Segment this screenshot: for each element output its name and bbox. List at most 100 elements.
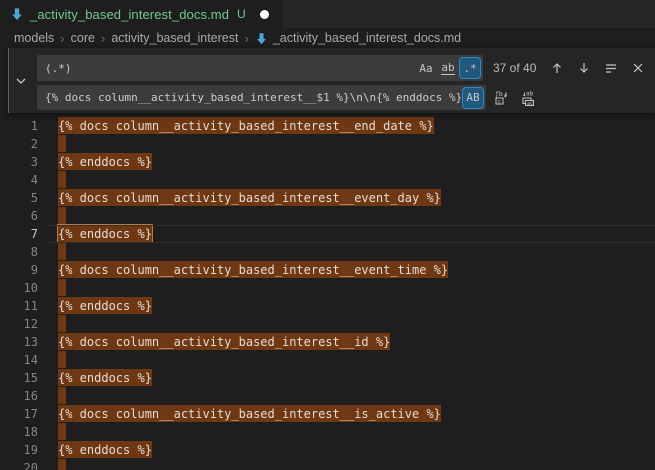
code-line[interactable]: 14 [0,351,655,369]
tab-filename: _activity_based_interest_docs.md [30,7,229,22]
empty-match-highlight [58,171,66,188]
empty-match-highlight [58,243,66,260]
line-content [58,351,655,369]
replace-row: AB ƒb c ab ac [37,85,649,110]
code-text: {% enddocs %} [58,369,152,386]
empty-match-highlight [58,459,66,470]
previous-match-button[interactable] [546,57,568,79]
line-number: 18 [0,423,58,441]
breadcrumb-item-activity-based-interest[interactable]: activity_based_interest [111,31,238,45]
line-content: {% docs column__activity_based_interest_… [58,261,655,279]
markdown-file-icon [10,7,24,21]
svg-text:ƒb: ƒb [495,90,503,98]
find-input-box: Aa ab .* [37,55,483,81]
line-content: {% docs column__activity_based_interest_… [58,189,655,207]
match-count: 37 of 40 [493,61,536,75]
replace-all-icon[interactable]: ab ac [518,87,540,109]
code-line[interactable]: 2 [0,135,655,153]
code-line[interactable]: 3{% enddocs %} [0,153,655,171]
code-line[interactable]: 11{% enddocs %} [0,297,655,315]
code-text: {% docs column__activity_based_interest_… [58,405,441,422]
line-number: 17 [0,405,58,423]
code-line[interactable]: 8 [0,243,655,261]
code-line[interactable]: 19{% enddocs %} [0,441,655,459]
line-content: {% enddocs %} [58,297,655,315]
empty-match-highlight [58,423,66,440]
breadcrumb-item-core[interactable]: core [71,31,95,45]
line-number: 16 [0,387,58,405]
next-match-button[interactable] [573,57,595,79]
empty-match-highlight [58,315,66,332]
empty-match-highlight [58,351,66,368]
match-case-button[interactable]: Aa [416,58,436,78]
line-number: 12 [0,315,58,333]
line-content [58,423,655,441]
line-number: 8 [0,243,58,261]
code-text: {% enddocs %} [58,225,152,242]
line-content: {% enddocs %} [58,153,655,171]
find-in-selection-icon[interactable] [600,57,622,79]
line-content [58,135,655,153]
line-content [58,279,655,297]
line-number: 13 [0,333,58,351]
code-line[interactable]: 12 [0,315,655,333]
line-number: 5 [0,189,58,207]
code-text: {% docs column__activity_based_interest_… [58,261,448,278]
line-content [58,459,655,470]
code-line[interactable]: 10 [0,279,655,297]
replace-icon[interactable]: ƒb c [491,87,513,109]
empty-match-highlight [58,135,66,152]
find-input[interactable] [37,55,414,81]
tab-activity-based-interest-docs[interactable]: _activity_based_interest_docs.md U [0,0,282,28]
git-status-badge: U [237,7,246,21]
svg-text:ab: ab [526,90,534,97]
code-line[interactable]: 4 [0,171,655,189]
code-line[interactable]: 5{% docs column__activity_based_interest… [0,189,655,207]
code-line[interactable]: 9{% docs column__activity_based_interest… [0,261,655,279]
code-line[interactable]: 13{% docs column__activity_based_interes… [0,333,655,351]
line-content [58,207,655,225]
line-content: {% docs column__activity_based_interest_… [58,117,655,135]
line-content [58,315,655,333]
svg-text:ac: ac [527,101,533,106]
preserve-case-button[interactable]: AB [463,88,483,108]
unsaved-changes-dot[interactable] [260,10,269,19]
code-line[interactable]: 17{% docs column__activity_based_interes… [0,405,655,423]
breadcrumb: models › core › activity_based_interest … [0,28,655,48]
line-content: {% enddocs %} [58,441,655,459]
code-line[interactable]: 20 [0,459,655,470]
line-content: {% docs column__activity_based_interest_… [58,333,655,351]
code-text: {% docs column__activity_based_interest_… [58,117,434,134]
code-text: {% enddocs %} [58,153,152,170]
empty-match-highlight [58,279,66,296]
line-content: {% enddocs %} [58,225,655,243]
line-number: 15 [0,369,58,387]
empty-match-highlight [58,387,66,404]
breadcrumb-item-models[interactable]: models [14,31,54,45]
replace-input[interactable] [37,85,461,110]
breadcrumb-separator: › [59,31,65,46]
code-line[interactable]: 15{% enddocs %} [0,369,655,387]
code-line[interactable]: 18 [0,423,655,441]
code-line[interactable]: 16 [0,387,655,405]
line-number: 7 [0,225,58,243]
code-text: {% docs column__activity_based_interest_… [58,333,390,350]
line-number: 1 [0,117,58,135]
find-row: Aa ab .* 37 of 40 [37,55,649,81]
regex-button[interactable]: .* [460,58,480,78]
code-line[interactable]: 7{% enddocs %} [0,225,655,243]
editor-pane[interactable]: Aa ab .* 37 of 40 [0,48,655,470]
code-line[interactable]: 1{% docs column__activity_based_interest… [0,117,655,135]
breadcrumb-item-file[interactable]: _activity_based_interest_docs.md [255,31,461,45]
line-number: 3 [0,153,58,171]
close-icon[interactable] [627,57,649,79]
line-number: 19 [0,441,58,459]
code-line[interactable]: 6 [0,207,655,225]
toggle-replace-chevron-icon[interactable] [12,73,30,89]
breadcrumb-separator: › [100,31,106,46]
line-content: {% docs column__activity_based_interest_… [58,405,655,423]
markdown-file-icon [255,32,268,45]
whole-word-button[interactable]: ab [438,58,458,78]
code-area[interactable]: 1{% docs column__activity_based_interest… [0,117,655,470]
find-replace-widget: Aa ab .* 37 of 40 [8,48,655,113]
